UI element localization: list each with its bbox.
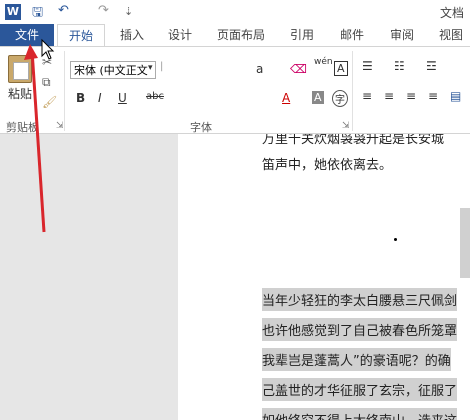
clear-format-icon[interactable]: ⌫ bbox=[290, 62, 307, 76]
doc-line-6: 如他终究不得上太终南山，选来这 bbox=[262, 408, 458, 420]
save-icon[interactable]: 🖫 bbox=[32, 3, 43, 25]
copy-icon[interactable]: ⧉ bbox=[42, 75, 51, 90]
font-launcher-icon[interactable]: ⇲ bbox=[342, 121, 350, 131]
underline-button[interactable]: U bbox=[118, 91, 127, 105]
font-group-label: 字体 bbox=[190, 121, 212, 134]
tab-mailings[interactable]: 邮件 bbox=[332, 24, 372, 46]
font-name-select[interactable]: 宋体 (中文正文 bbox=[70, 61, 156, 79]
document-page[interactable]: 万里千关炊烟袅袅升起是长安城 笛声中，她依依离去。 当年少轻狂的李太白腰悬三尺佩… bbox=[178, 134, 470, 420]
tab-design[interactable]: 设计 bbox=[160, 24, 200, 46]
bold-button[interactable]: B bbox=[76, 91, 85, 105]
italic-button[interactable]: I bbox=[98, 91, 102, 105]
title-bar: W 🖫 ↶ ↷ ⇣ 文档 bbox=[0, 0, 470, 24]
tab-references[interactable]: 引用 bbox=[282, 24, 322, 46]
ribbon-tabs: 文件 开始 插入 设计 页面布局 引用 邮件 审阅 视图 bbox=[0, 24, 470, 46]
tab-file[interactable]: 文件 bbox=[0, 24, 54, 46]
doc-line-1: 笛声中，她依依离去。 bbox=[262, 158, 393, 173]
doc-line-4: 我辈岂是蓬蒿人”的豪语呢？的确 bbox=[262, 348, 451, 371]
tab-view[interactable]: 视图 bbox=[432, 24, 470, 46]
numbering-icon[interactable]: ☷ bbox=[394, 59, 405, 73]
undo-icon[interactable]: ↶ bbox=[58, 3, 69, 18]
font-color-button[interactable]: A bbox=[282, 91, 290, 105]
paste-button[interactable]: 粘贴 bbox=[8, 85, 32, 102]
align-left-icon[interactable]: ≡ bbox=[362, 89, 372, 103]
ribbon-home: 粘贴 ✂ ⧉ 🖌 剪贴板 ⇲ 宋体 (中文正文 ▾ | a ⌫ wén A B … bbox=[0, 46, 470, 134]
font-size-box[interactable]: | bbox=[160, 61, 163, 72]
phonetic-guide-icon[interactable]: wén bbox=[314, 57, 333, 67]
doc-line-2: 当年少轻狂的李太白腰悬三尺佩剑 bbox=[262, 288, 458, 311]
multilevel-list-icon[interactable]: ☲ bbox=[426, 59, 437, 73]
bullets-icon[interactable]: ☰ bbox=[362, 59, 373, 73]
tab-home[interactable]: 开始 bbox=[57, 24, 105, 46]
justify-icon[interactable]: ≡ bbox=[428, 89, 438, 103]
doc-line-3: 也许他感觉到了自己被春色所笼罩 bbox=[262, 318, 458, 341]
tab-insert[interactable]: 插入 bbox=[112, 24, 152, 46]
word-app-icon[interactable]: W bbox=[5, 4, 21, 20]
align-right-icon[interactable]: ≡ bbox=[406, 89, 416, 103]
tab-page-layout[interactable]: 页面布局 bbox=[210, 24, 272, 46]
font-name-dropdown-icon[interactable]: ▾ bbox=[148, 63, 153, 73]
character-shading-button[interactable]: A bbox=[312, 91, 324, 104]
document-title: 文档 bbox=[439, 6, 464, 20]
distributed-icon[interactable]: ▤ bbox=[450, 89, 461, 103]
tab-review[interactable]: 审阅 bbox=[382, 24, 422, 46]
doc-line-top: 万里千关炊烟袅袅升起是长安城 bbox=[262, 134, 445, 147]
clipboard-group-label: 剪贴板 bbox=[6, 121, 39, 134]
character-border-icon[interactable]: A bbox=[334, 61, 348, 76]
customize-quick-access-icon[interactable]: ⇣ bbox=[124, 5, 133, 18]
paste-icon[interactable] bbox=[8, 55, 32, 83]
enclose-characters-button[interactable]: 字 bbox=[332, 90, 348, 107]
cut-icon[interactable]: ✂ bbox=[42, 55, 52, 69]
text-cursor-dot bbox=[394, 238, 397, 241]
document-area: 万里千关炊烟袅袅升起是长安城 笛声中，她依依离去。 当年少轻狂的李太白腰悬三尺佩… bbox=[0, 134, 470, 420]
strikethrough-button[interactable]: abc bbox=[146, 91, 164, 102]
clipboard-launcher-icon[interactable]: ⇲ bbox=[56, 121, 64, 131]
align-center-icon[interactable]: ≡ bbox=[384, 89, 394, 103]
redo-icon[interactable]: ↷ bbox=[98, 3, 109, 18]
selection-edge bbox=[460, 208, 470, 278]
doc-line-5: 己盖世的才华征服了玄宗，征服了 bbox=[262, 378, 458, 401]
format-painter-icon[interactable]: 🖌 bbox=[42, 95, 57, 109]
change-case-icon[interactable]: a bbox=[256, 62, 263, 76]
